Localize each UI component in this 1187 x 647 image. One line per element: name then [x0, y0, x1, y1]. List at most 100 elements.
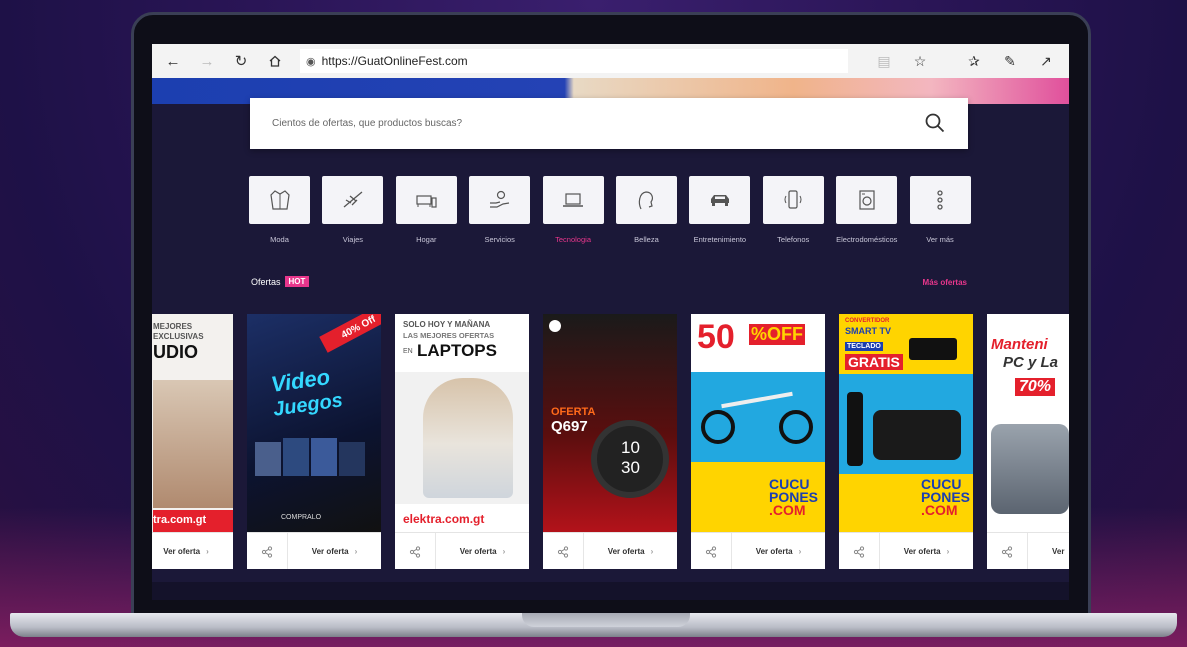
- home-icon[interactable]: [262, 48, 288, 74]
- ad-text: tra.com.gt: [153, 514, 207, 526]
- category-moda[interactable]: Moda: [249, 176, 310, 244]
- category-label: Viajes: [342, 235, 364, 244]
- ad-text: 10: [621, 438, 640, 457]
- category-entretenimiento[interactable]: Entretenimiento: [689, 176, 751, 244]
- favorite-star-icon[interactable]: ☆: [907, 48, 933, 74]
- ad-text: EXCLUSIVAS: [153, 332, 204, 341]
- category-viajes[interactable]: Viajes: [322, 176, 384, 244]
- search-icon[interactable]: [924, 112, 946, 134]
- share-icon: [409, 545, 421, 558]
- search-input[interactable]: [270, 117, 894, 130]
- reading-view-icon[interactable]: ▤: [871, 48, 897, 74]
- page-content: Moda Viajes Hogar Servicios Tecnologia B…: [152, 98, 1069, 600]
- ad-text: EN: [403, 348, 413, 355]
- offer-image[interactable]: CONVERTIDOR SMART TV TECLADO GRATIS CUCU…: [839, 314, 973, 532]
- category-electrodomesticos[interactable]: Electrodomésticos: [836, 176, 897, 244]
- sofa-icon: [416, 195, 437, 208]
- category-belleza[interactable]: Belleza: [615, 176, 677, 244]
- laptop-icon: [563, 193, 584, 207]
- beauty-face-icon: [639, 191, 654, 210]
- ad-text: GRATIS: [845, 354, 903, 370]
- pen-notes-icon[interactable]: ✎: [997, 48, 1023, 74]
- ad-text: TECLADO: [845, 342, 883, 351]
- share-offer-button[interactable]: [987, 533, 1028, 569]
- view-offer-button[interactable]: Ver oferta ›: [732, 547, 825, 556]
- site-info-icon[interactable]: ◉: [306, 55, 316, 68]
- share-icon: [853, 545, 865, 558]
- back-arrow-icon[interactable]: ←: [160, 48, 186, 74]
- ad-text: OFERTA: [551, 406, 596, 418]
- offer-card: SOLO HOY Y MAÑANA LAS MEJORES OFERTAS EN…: [395, 314, 529, 569]
- share-icon: [1001, 545, 1013, 558]
- ad-text: MEJORES: [153, 322, 193, 331]
- share-offer-button[interactable]: [543, 533, 584, 569]
- category-ver-mas[interactable]: Ver más: [909, 176, 971, 244]
- category-hogar[interactable]: Hogar: [395, 176, 457, 244]
- offer-image[interactable]: MEJORES EXCLUSIVAS UDIO tra.com.gt: [152, 314, 233, 532]
- address-bar[interactable]: ◉ https://GuatOnlineFest.com: [300, 49, 848, 73]
- ad-text: LAS MEJORES OFERTAS: [403, 331, 495, 340]
- category-label: Telefonos: [777, 235, 810, 244]
- ad-text: %OFF: [749, 324, 805, 345]
- ad-text: Manteni: [991, 336, 1048, 353]
- category-list: Moda Viajes Hogar Servicios Tecnologia B…: [249, 176, 983, 244]
- screen-bottom-strip: [152, 582, 1069, 600]
- offers-carousel: MEJORES EXCLUSIVAS UDIO tra.com.gt Ver o…: [152, 314, 1069, 569]
- share-icon: [557, 545, 569, 558]
- category-tecnologia[interactable]: Tecnologia: [542, 176, 604, 244]
- view-offer-button[interactable]: Ver oferta ›: [288, 547, 381, 556]
- category-label: Tecnologia: [555, 235, 591, 244]
- view-offer-button[interactable]: Ver oferta ›: [880, 547, 973, 556]
- share-icon: [261, 545, 273, 558]
- view-offer-button[interactable]: Ver oferta ›: [152, 547, 233, 556]
- offer-card: OFERTA Q697 10 30 Ver oferta ›: [543, 314, 677, 569]
- share-offer-button[interactable]: [691, 533, 732, 569]
- offer-image[interactable]: Manteni PC y La 70%: [987, 314, 1069, 532]
- offer-card: 50 %OFF CUCU PONES .COM Ver oferta ›: [691, 314, 825, 569]
- more-offers-link[interactable]: Más ofertas: [923, 278, 967, 287]
- ad-text: SOLO HOY Y MAÑANA: [403, 320, 491, 329]
- offer-image[interactable]: 40% Off Video Juegos COMPRALO: [247, 314, 381, 532]
- offer-card: 40% Off Video Juegos COMPRALO Ver oferta…: [247, 314, 381, 569]
- category-label: Servicios: [484, 235, 515, 244]
- ad-text: 30: [621, 458, 640, 477]
- hot-badge: HOT: [284, 276, 310, 287]
- category-label: Ver más: [926, 235, 954, 244]
- offer-card: MEJORES EXCLUSIVAS UDIO tra.com.gt Ver o…: [152, 314, 233, 569]
- share-offer-button[interactable]: [247, 533, 288, 569]
- category-servicios[interactable]: Servicios: [469, 176, 531, 244]
- airplane-icon: [343, 191, 363, 208]
- offer-image[interactable]: SOLO HOY Y MAÑANA LAS MEJORES OFERTAS EN…: [395, 314, 529, 532]
- phone-icon: [784, 190, 802, 209]
- ad-text: 50: [697, 318, 735, 356]
- offer-image[interactable]: OFERTA Q697 10 30: [543, 314, 677, 532]
- category-label: Electrodomésticos: [836, 235, 898, 244]
- view-offer-button[interactable]: Ver: [1028, 547, 1069, 556]
- ad-text: SMART TV: [845, 326, 891, 336]
- category-label: Moda: [270, 235, 289, 244]
- search-box: [250, 98, 968, 149]
- laptop-hinge-notch: [522, 613, 690, 627]
- view-offer-button[interactable]: Ver oferta ›: [436, 547, 529, 556]
- share-offer-button[interactable]: [395, 533, 436, 569]
- refresh-icon[interactable]: ↻: [228, 48, 254, 74]
- hot-offers-title: Ofertas: [251, 276, 281, 287]
- ad-text: elektra.com.gt: [403, 512, 485, 526]
- ad-text: CONVERTIDOR: [845, 318, 890, 324]
- category-label: Belleza: [634, 235, 659, 244]
- offer-image[interactable]: 50 %OFF CUCU PONES .COM: [691, 314, 825, 532]
- chevron-right-icon: ›: [946, 547, 950, 556]
- share-icon[interactable]: ↗: [1033, 48, 1059, 74]
- forward-arrow-icon[interactable]: →: [194, 48, 220, 74]
- category-label: Entretenimiento: [693, 235, 747, 244]
- category-telefonos[interactable]: Telefonos: [762, 176, 824, 244]
- offer-card: CONVERTIDOR SMART TV TECLADO GRATIS CUCU…: [839, 314, 973, 569]
- share-offer-button[interactable]: [839, 533, 880, 569]
- jacket-icon: [269, 190, 290, 210]
- ad-text: COMPRALO: [281, 514, 322, 521]
- ad-text: 70%: [1015, 378, 1056, 396]
- favorites-hub-icon[interactable]: ✰: [961, 48, 987, 74]
- chevron-right-icon: ›: [650, 547, 654, 556]
- view-offer-button[interactable]: Ver oferta ›: [584, 547, 677, 556]
- laptop-screen: ← → ↻ ◉ https://GuatOnlineFest.com ▤ ☆ ✰…: [152, 44, 1069, 600]
